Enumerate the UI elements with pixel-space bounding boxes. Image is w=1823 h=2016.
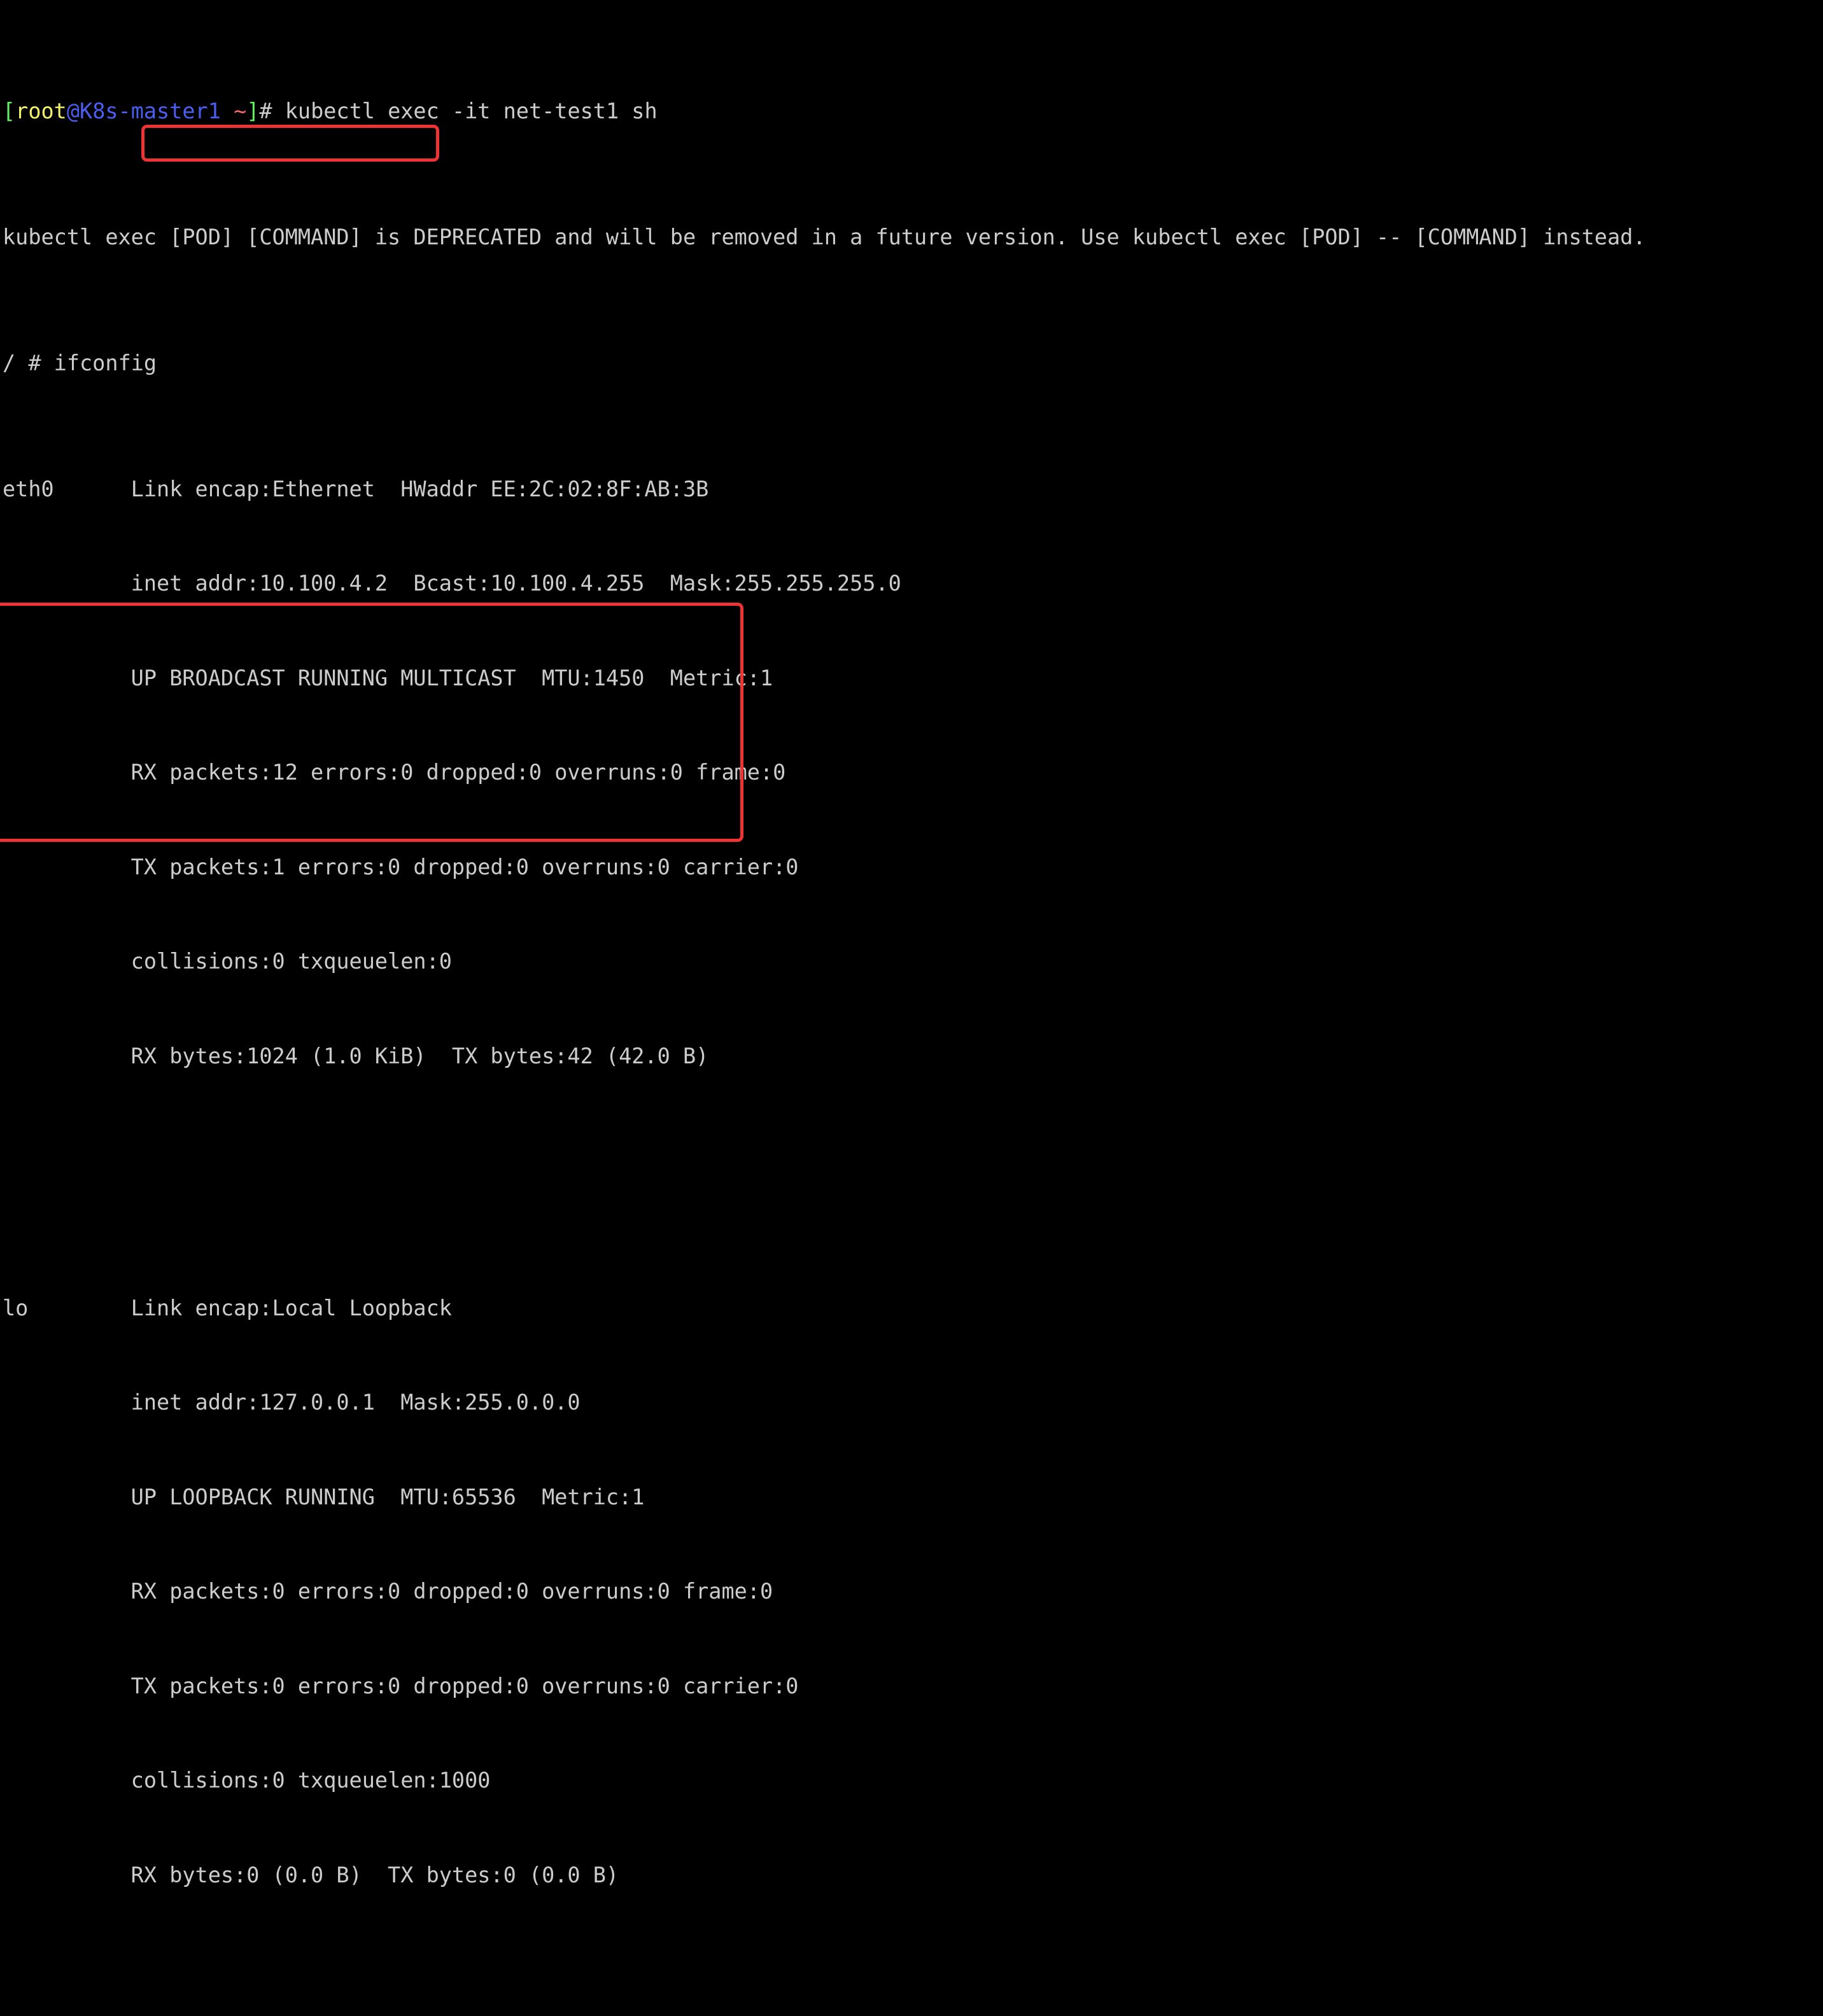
prompt-sigil: # [259, 99, 285, 123]
terminal-line-blank-1 [3, 1166, 1646, 1198]
prompt-host: @K8s-master1 [67, 99, 221, 123]
terminal-line-eth0-inet: inet addr:10.100.4.2 Bcast:10.100.4.255 … [3, 568, 1646, 599]
terminal-line-lo-tx-packets: TX packets:0 errors:0 dropped:0 overruns… [3, 1670, 1646, 1702]
prompt-bracket-open: [ [3, 99, 15, 123]
terminal-line-eth0-collisions: collisions:0 txqueuelen:0 [3, 946, 1646, 977]
terminal-line-lo-link: lo Link encap:Local Loopback [3, 1292, 1646, 1324]
terminal-line-eth0-rx-packets: RX packets:12 errors:0 dropped:0 overrun… [3, 757, 1646, 788]
prompt-user: root [15, 99, 67, 123]
terminal-line-eth0-tx-packets: TX packets:1 errors:0 dropped:0 overruns… [3, 851, 1646, 883]
terminal-line-lo-bytes: RX bytes:0 (0.0 B) TX bytes:0 (0.0 B) [3, 1859, 1646, 1891]
terminal-window[interactable]: [root@K8s-master1 ~]# kubectl exec -it n… [0, 0, 1823, 1008]
terminal-line-eth0-bytes: RX bytes:1024 (1.0 KiB) TX bytes:42 (42.… [3, 1040, 1646, 1072]
prompt-path: ~ [234, 99, 246, 123]
terminal-line-deprecation-warning: kubectl exec [POD] [COMMAND] is DEPRECAT… [3, 221, 1646, 253]
terminal-line-lo-inet: inet addr:127.0.0.1 Mask:255.0.0.0 [3, 1387, 1646, 1418]
prompt-bracket-close: ] [246, 99, 259, 123]
terminal-line-ifconfig-prompt: / # ifconfig [3, 347, 1646, 379]
terminal-line-lo-flags: UP LOOPBACK RUNNING MTU:65536 Metric:1 [3, 1481, 1646, 1513]
terminal-line-eth0-flags: UP BROADCAST RUNNING MULTICAST MTU:1450 … [3, 662, 1646, 694]
terminal-line-prompt-command: [root@K8s-master1 ~]# kubectl exec -it n… [3, 95, 1646, 127]
terminal-line-lo-rx-packets: RX packets:0 errors:0 dropped:0 overruns… [3, 1576, 1646, 1607]
terminal-line-blank-2 [3, 1985, 1646, 2016]
typed-command: kubectl exec -it net-test1 sh [285, 99, 658, 123]
terminal-line-lo-collisions: collisions:0 txqueuelen:1000 [3, 1765, 1646, 1796]
terminal-screen: [root@K8s-master1 ~]# kubectl exec -it n… [3, 1, 1646, 2016]
terminal-line-eth0-link: eth0 Link encap:Ethernet HWaddr EE:2C:02… [3, 473, 1646, 505]
